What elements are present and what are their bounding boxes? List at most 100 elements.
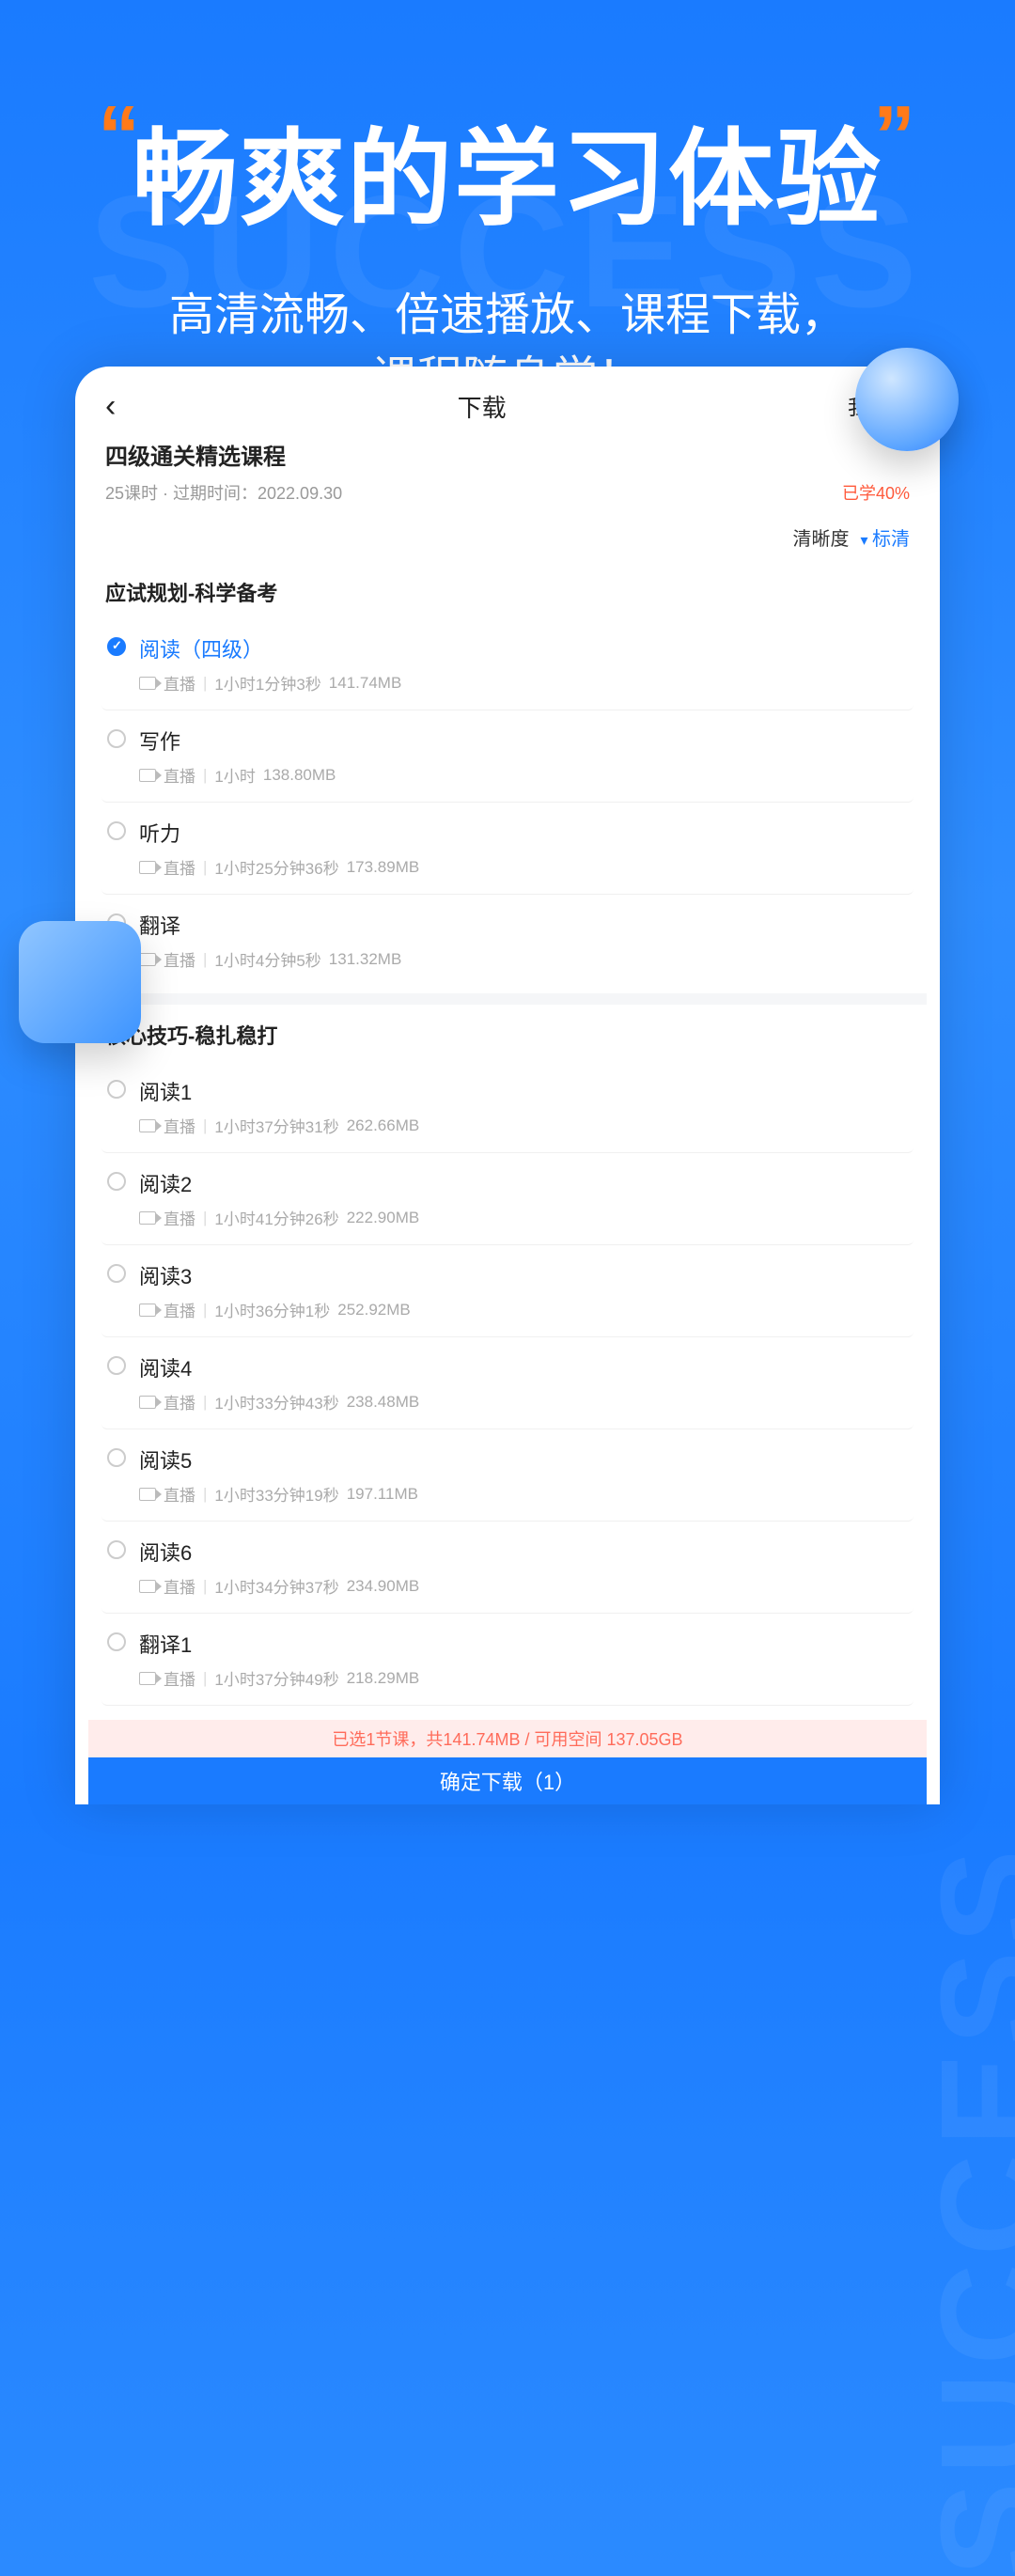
select-radio[interactable] [107, 1448, 126, 1467]
lesson-title: 阅读（四级） [139, 633, 898, 664]
lesson-meta: 直播|1小时37分钟49秒 218.29MB [139, 1666, 898, 1690]
hero-title: “畅爽的学习体验” [98, 94, 917, 246]
lesson-size: 252.92MB [337, 1301, 411, 1319]
lesson-size: 234.90MB [347, 1577, 420, 1596]
phone-frame: ‹ 下载 我的下 四级通关精选课程 25课时 · 过期时间：2022.09.30… [75, 367, 940, 1804]
video-icon [139, 769, 156, 782]
lesson-type: 直播 [164, 763, 195, 787]
quote-open-icon: “ [98, 89, 142, 183]
lesson-type: 直播 [164, 1114, 195, 1137]
lesson-size: 218.29MB [347, 1669, 420, 1688]
video-icon [139, 1304, 156, 1317]
lesson-title: 阅读5 [139, 1444, 898, 1475]
lesson-item[interactable]: 阅读3直播|1小时36分钟1秒 252.92MB [102, 1245, 914, 1337]
lesson-item[interactable]: 阅读4 直播|1小时33分钟43秒 238.48MB [102, 1337, 914, 1429]
lesson-duration: 1小时33分钟43秒 [214, 1390, 338, 1413]
select-radio[interactable] [107, 821, 126, 840]
lesson-size: 141.74MB [329, 674, 402, 693]
lesson-title: 翻译 [139, 910, 898, 940]
course-header: 四级通关精选课程 25课时 · 过期时间：2022.09.30 已学40% [88, 432, 927, 514]
lesson-size: 222.90MB [347, 1209, 420, 1227]
lesson-meta: 直播|1小时37分钟31秒 262.66MB [139, 1114, 898, 1137]
lesson-meta: 直播|1小时 138.80MB [139, 763, 898, 787]
lesson-type: 直播 [164, 1298, 195, 1321]
video-icon [139, 1119, 156, 1132]
section-header: 应试规划-科学备考 [88, 562, 927, 618]
lesson-type: 直播 [164, 1390, 195, 1413]
lesson-type: 直播 [164, 671, 195, 695]
lesson-item[interactable]: 阅读1 直播|1小时37分钟31秒 262.66MB [102, 1061, 914, 1153]
lesson-size: 238.48MB [347, 1393, 420, 1412]
lesson-size: 262.66MB [347, 1116, 420, 1135]
section-header: 核心技巧-稳扎稳打 [88, 1005, 927, 1061]
video-icon [139, 1211, 156, 1225]
page-title: 下载 [458, 389, 507, 424]
lesson-meta: 直播|1小时4分钟5秒 131.32MB [139, 947, 898, 971]
hero-sub-line1: 高清流畅、倍速播放、课程下载， [0, 284, 1015, 347]
lesson-title: 翻译1 [139, 1629, 898, 1659]
lesson-type: 直播 [164, 1206, 195, 1229]
lesson-meta: 直播|1小时33分钟43秒 238.48MB [139, 1390, 898, 1413]
hero: “畅爽的学习体验” 高清流畅、倍速播放、课程下载， 课程随身学！ [0, 0, 1015, 410]
lesson-item[interactable]: 阅读5 直播|1小时33分钟19秒 197.11MB [102, 1429, 914, 1522]
select-radio[interactable] [107, 1632, 126, 1651]
lesson-size: 197.11MB [347, 1485, 418, 1504]
lesson-item[interactable]: 翻译直播|1小时4分钟5秒 131.32MB [102, 895, 914, 986]
video-icon [139, 1672, 156, 1685]
lesson-duration: 1小时37分钟31秒 [214, 1114, 338, 1137]
quote-close-icon: ” [873, 89, 917, 183]
lesson-duration: 1小时41分钟26秒 [214, 1206, 338, 1229]
lesson-type: 直播 [164, 947, 195, 971]
lesson-item[interactable]: 阅读6直播|1小时34分钟37秒 234.90MB [102, 1522, 914, 1614]
lesson-item[interactable]: 听力直播|1小时25分钟36秒 173.89MB [102, 803, 914, 895]
lesson-item[interactable]: 写作直播|1小时 138.80MB [102, 710, 914, 803]
lesson-item[interactable]: 翻译1 直播|1小时37分钟49秒 218.29MB [102, 1614, 914, 1706]
video-icon [139, 1580, 156, 1593]
lesson-meta: 直播|1小时33分钟19秒 197.11MB [139, 1482, 898, 1506]
select-radio[interactable] [107, 1540, 126, 1559]
lesson-item[interactable]: 阅读2直播|1小时41分钟26秒 222.90MB [102, 1153, 914, 1245]
lesson-scroll[interactable]: 应试规划-科学备考阅读（四级） 直播|1小时1分钟3秒 141.74MB 写作直播|… [88, 562, 927, 1804]
course-progress: 已学40% [842, 480, 910, 505]
lesson-item[interactable]: 阅读（四级） 直播|1小时1分钟3秒 141.74MB [102, 618, 914, 710]
lesson-meta: 直播|1小时25分钟36秒 173.89MB [139, 855, 898, 879]
lesson-size: 131.32MB [329, 950, 402, 969]
phone-screen: ‹ 下载 我的下 四级通关精选课程 25课时 · 过期时间：2022.09.30… [88, 380, 927, 1804]
select-radio[interactable] [107, 637, 126, 656]
lesson-title: 阅读1 [139, 1076, 898, 1106]
course-title: 四级通关精选课程 [105, 438, 910, 471]
lesson-duration: 1小时37分钟49秒 [214, 1666, 338, 1690]
select-radio[interactable] [107, 1172, 126, 1191]
lesson-size: 138.80MB [263, 766, 336, 785]
my-downloads-link[interactable]: 我的下 [848, 391, 910, 421]
video-icon [139, 677, 156, 690]
lesson-duration: 1小时36分钟1秒 [214, 1298, 330, 1321]
select-radio[interactable] [107, 729, 126, 748]
lesson-meta: 直播|1小时34分钟37秒 234.90MB [139, 1574, 898, 1598]
lesson-meta: 直播|1小时36分钟1秒 252.92MB [139, 1298, 898, 1321]
lesson-title: 听力 [139, 818, 898, 848]
lesson-type: 直播 [164, 1574, 195, 1598]
back-icon[interactable]: ‹ [105, 390, 116, 422]
lesson-duration: 1小时4分钟5秒 [214, 947, 320, 971]
lesson-duration: 1小时 [214, 763, 255, 787]
lesson-type: 直播 [164, 1666, 195, 1690]
select-radio[interactable] [107, 1356, 126, 1375]
lesson-type: 直播 [164, 1482, 195, 1506]
select-radio[interactable] [107, 913, 126, 932]
lesson-duration: 1小时33分钟19秒 [214, 1482, 338, 1506]
quality-label: 清晰度 [793, 523, 850, 551]
quality-selector[interactable]: 清晰度 标清 [88, 514, 927, 562]
quality-value: 标清 [861, 523, 910, 551]
lesson-duration: 1小时25分钟36秒 [214, 855, 338, 879]
video-icon [139, 953, 156, 966]
video-icon [139, 1488, 156, 1501]
video-icon [139, 1396, 156, 1409]
select-radio[interactable] [107, 1264, 126, 1283]
confirm-download-button[interactable]: 确定下载（1） [88, 1757, 927, 1804]
lesson-title: 写作 [139, 726, 898, 756]
lesson-title: 阅读4 [139, 1352, 898, 1382]
navbar: ‹ 下载 我的下 [88, 380, 927, 432]
lesson-meta: 直播|1小时1分钟3秒 141.74MB [139, 671, 898, 695]
select-radio[interactable] [107, 1080, 126, 1099]
